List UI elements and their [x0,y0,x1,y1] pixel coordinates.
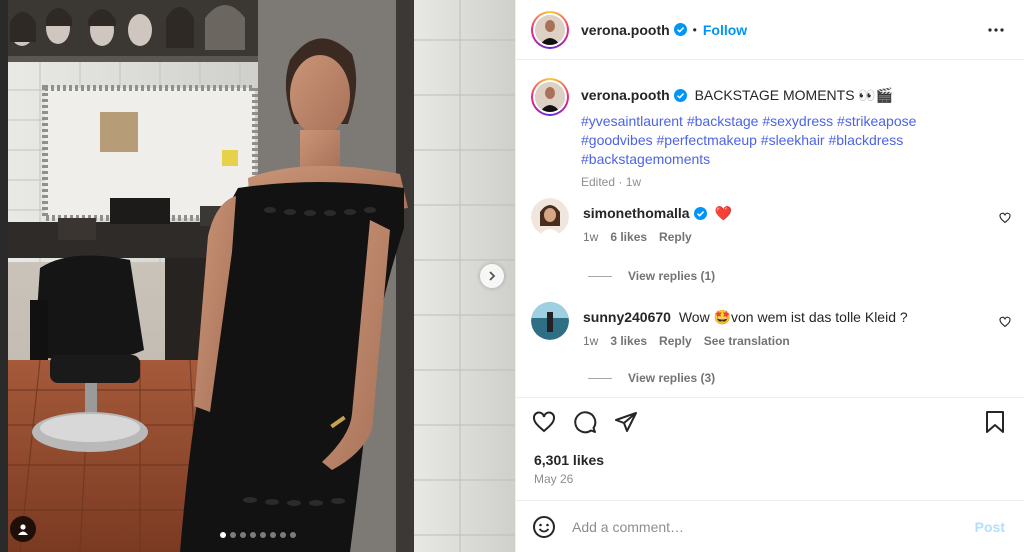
follow-button[interactable]: Follow [703,22,747,38]
more-options-icon[interactable] [987,21,1005,39]
carousel-dot [259,532,266,538]
instagram-post-modal: verona.pooth • Follow verona.pooth BACKS… [0,0,1024,552]
see-translation-button[interactable]: See translation [704,334,790,348]
carousel-dot [249,532,256,538]
carousel-dot [279,532,286,538]
user-tags-button[interactable] [10,516,36,542]
view-replies-button[interactable]: View replies (3) [588,371,715,385]
view-replies-label: View replies (3) [628,371,716,385]
emoji-icon[interactable] [532,515,556,539]
carousel-dot [219,532,226,538]
chevron-right-icon [489,271,496,281]
add-comment-input[interactable] [572,518,952,535]
comment-likes[interactable]: 6 likes [610,230,647,244]
share-icon[interactable] [614,410,638,434]
carousel-dot [269,532,276,538]
next-photo-button[interactable] [480,264,504,288]
comment-time: 1w [583,334,599,348]
comment-username[interactable]: sunny240670 [583,309,671,325]
commenter-avatar[interactable] [531,198,569,236]
post-caption: verona.pooth BACKSTAGE MOMENTS 👀🎬 #yvesa… [531,78,1001,189]
caption-title: BACKSTAGE MOMENTS 👀🎬 [694,87,894,103]
view-replies-button[interactable]: View replies (1) [588,269,715,283]
header-separator: • [692,22,697,37]
verified-badge-icon [673,89,687,102]
commenter-avatar-image [531,198,569,236]
caption-hashtags[interactable]: #yvesaintlaurent #backstage #sexydress #… [581,112,991,169]
comment-time: 1w [583,230,599,244]
commenter-avatar-image [531,302,569,340]
author-avatar-image [535,14,565,45]
carousel-dot [239,532,246,538]
comment-username[interactable]: simonethomalla [583,205,690,221]
caption-author-avatar[interactable] [531,78,569,116]
comment-item: sunny240670 Wow 🤩von wem ist das tolle K… [531,302,1011,348]
commenter-avatar[interactable] [531,302,569,340]
caption-author-username[interactable]: verona.pooth [581,87,670,103]
verified-badge-icon [693,207,707,220]
post-actions-bar [516,397,1024,447]
comment-likes[interactable]: 3 likes [610,334,647,348]
comment-item: simonethomalla ❤️ 1w 6 likes Reply [531,198,1011,244]
replies-divider-line [588,377,612,379]
backstage-photo-image [0,0,515,552]
post-date: May 26 [534,472,574,486]
post-header: verona.pooth • Follow [516,0,1024,60]
author-username[interactable]: verona.pooth [581,22,670,38]
verified-badge-icon [673,23,687,36]
bookmark-icon[interactable] [984,410,1006,434]
carousel-dot [229,532,236,538]
comment-text: Wow 🤩von wem ist das tolle Kleid ? [678,309,908,325]
post-comment-button[interactable]: Post [975,519,1005,535]
comment-reply-button[interactable]: Reply [659,334,692,348]
carousel-indicator [0,532,515,538]
comment-like-heart-icon[interactable] [999,316,1011,328]
caption-edited-time: Edited · 1w [581,175,642,189]
post-photo [0,0,515,552]
comment-reply-button[interactable]: Reply [659,230,692,244]
likes-count[interactable]: 6,301 likes [534,452,604,468]
comment-icon[interactable] [573,410,597,434]
heart-icon[interactable] [532,410,556,434]
carousel-dot [289,532,296,538]
comment-like-heart-icon[interactable] [999,212,1011,224]
view-replies-label: View replies (1) [628,269,716,283]
replies-divider-line [588,275,612,277]
caption-avatar-image [535,82,565,112]
comment-text: ❤️ [714,205,732,221]
post-details-panel: verona.pooth • Follow verona.pooth BACKS… [515,0,1024,552]
author-avatar[interactable] [531,10,569,49]
comment-composer: Post [516,500,1024,552]
